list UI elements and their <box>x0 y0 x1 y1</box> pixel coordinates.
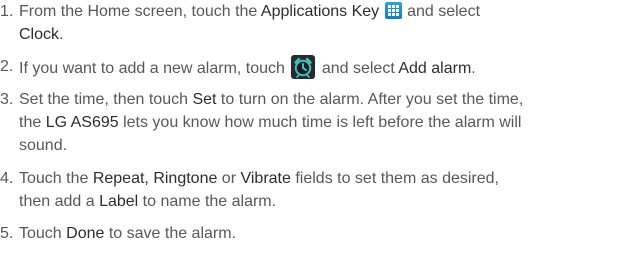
step-line: sound. <box>19 134 67 157</box>
set-label: Set <box>192 91 217 108</box>
label-label: Label <box>99 193 139 210</box>
step-text: . <box>59 26 64 43</box>
step-text: Touch the <box>19 170 93 187</box>
instruction-list: 1. From the Home screen, touch the Appli… <box>0 0 632 261</box>
step-text: to save the alarm. <box>104 225 237 242</box>
step-line: the LG AS695 lets you know how much time… <box>19 111 521 134</box>
apps-grid-icon <box>384 2 402 19</box>
applications-key-label: Applications Key <box>260 3 380 20</box>
alarm-clock-icon <box>291 55 316 79</box>
step-text: sound. <box>19 137 68 154</box>
step-line: then add a Label to name the alarm. <box>19 190 276 213</box>
step-text: lets you know how much time is left befo… <box>118 114 522 131</box>
step-text: If you want to add a new alarm, touch <box>19 60 285 77</box>
step-text: the <box>19 114 46 131</box>
step-line: Touch Done to save the alarm. <box>19 222 236 245</box>
add-alarm-label: Add alarm <box>398 60 472 77</box>
step-number: 2. <box>0 58 14 75</box>
step-text: fields to set them as desired, <box>290 170 499 187</box>
step-line: If you want to add a new alarm, touch an… <box>19 55 476 80</box>
step-text: Touch <box>19 225 67 242</box>
step-number: 3. <box>0 91 14 108</box>
step-text: to name the alarm. <box>138 193 277 210</box>
step-text: and select <box>317 60 399 77</box>
step-text: . <box>471 60 476 77</box>
done-label: Done <box>66 225 105 242</box>
step-text: to turn on the alarm. After you set the … <box>216 91 524 108</box>
step-text: Set the time, then touch <box>19 91 193 108</box>
vibrate-label: Vibrate <box>240 170 291 187</box>
step-number: 1. <box>0 3 14 20</box>
step-number: 4. <box>0 170 14 187</box>
step-line: Set the time, then touch Set to turn on … <box>19 88 523 111</box>
step-text: or <box>217 170 241 187</box>
step-line: From the Home screen, touch the Applicat… <box>19 0 480 23</box>
repeat-ringtone-label: Repeat, Ringtone <box>92 170 218 187</box>
step-line: Clock. <box>19 23 63 46</box>
step-text: From the Home screen, touch the <box>19 3 261 20</box>
step-number: 5. <box>0 225 14 242</box>
step-line: Touch the Repeat, Ringtone or Vibrate fi… <box>19 167 499 190</box>
step-text: and select <box>402 3 481 20</box>
clock-label: Clock <box>19 26 60 43</box>
step-text: then add a <box>19 193 100 210</box>
device-name-label: LG AS695 <box>45 114 119 131</box>
